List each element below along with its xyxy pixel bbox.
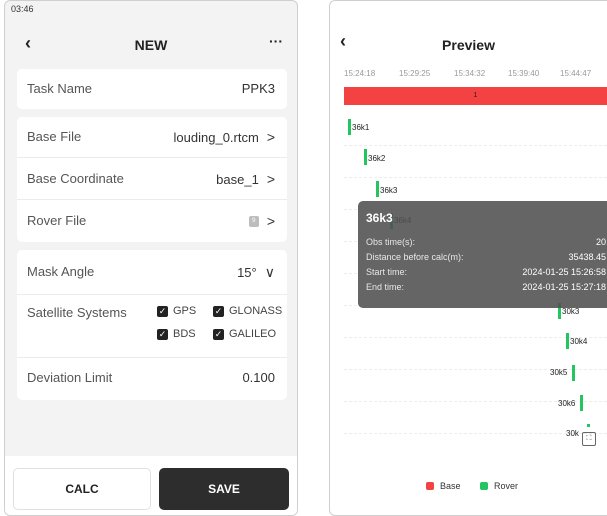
rover-bar[interactable] [572, 365, 575, 381]
tick-label: 15:29:25 [399, 69, 431, 78]
task-name-row[interactable]: Task Name PPK3 [17, 69, 287, 109]
task-name-value[interactable]: PPK3 [242, 81, 275, 96]
mask-angle-label: Mask Angle [27, 264, 95, 279]
mask-angle-row[interactable]: Mask Angle 15° ∨ [17, 250, 287, 295]
rover-bar[interactable] [566, 333, 569, 349]
mask-angle-value: 15° [237, 265, 257, 280]
rover-tooltip: 36k3 Obs time(s): 20 Distance before calc… [358, 201, 607, 308]
legend-rover[interactable]: Rover [480, 481, 518, 491]
preview-screen: ‹ Preview 15:24:18 15:29:25 15:34:32 15:… [329, 0, 607, 516]
tick-label: 15:44:47 [560, 69, 592, 78]
fullscreen-icon[interactable]: ⛶ [582, 432, 596, 446]
rover-bar[interactable] [348, 119, 351, 135]
check-icon: ✓ [157, 328, 168, 340]
rover-label: 30k4 [570, 337, 588, 346]
action-bar: CALC SAVE [5, 456, 297, 515]
files-card: Base File louding_0.rtcm > Base Coordinat… [17, 117, 287, 242]
tooltip-row: Start time: 2024-01-25 15:26:58 [366, 267, 606, 277]
rover-file-row[interactable]: Rover File 9 > [17, 201, 287, 241]
rover-label: 30k6 [558, 399, 576, 408]
tooltip-title: 36k3 [366, 211, 393, 225]
rover-label: 36k1 [352, 123, 370, 132]
tooltip-row: Obs time(s): 20 [366, 237, 606, 247]
rover-label: 36k3 [380, 186, 398, 195]
task-form-screen: 03:46 ‹ NEW ··· Task Name PPK3 Base File… [4, 0, 298, 516]
base-file-row[interactable]: Base File louding_0.rtcm > [17, 117, 287, 158]
base-file-label: Base File [27, 129, 82, 144]
settings-card: Mask Angle 15° ∨ Satellite Systems ✓ GPS ✓… [17, 250, 287, 400]
grid-line [344, 369, 607, 370]
base-bar[interactable]: 1 [344, 87, 607, 105]
check-icon: ✓ [157, 305, 168, 317]
rover-file-label: Rover File [27, 213, 87, 228]
chevron-down-icon: ∨ [264, 264, 275, 280]
legend-base[interactable]: Base [426, 481, 461, 491]
gps-checkbox[interactable]: ✓ GPS [157, 305, 196, 317]
save-button[interactable]: SAVE [159, 468, 289, 510]
task-name-card: Task Name PPK3 [17, 69, 287, 109]
base-coordinate-row[interactable]: Base Coordinate base_1 > [17, 159, 287, 200]
rover-bar[interactable] [364, 149, 367, 165]
satellite-systems-label: Satellite Systems [27, 305, 127, 320]
more-icon[interactable]: ··· [269, 33, 283, 49]
task-name-label: Task Name [27, 81, 93, 96]
deviation-limit-label: Deviation Limit [27, 370, 113, 385]
base-file-value: louding_0.rtcm [173, 129, 259, 145]
tick-label: 15:39:40 [508, 69, 540, 78]
grid-line [344, 177, 607, 178]
satellite-systems-row: Satellite Systems ✓ GPS ✓ GLONASS ✓ BDS ✓ GA… [17, 297, 287, 358]
tick-label: 15:34:32 [454, 69, 486, 78]
calc-button[interactable]: CALC [13, 468, 151, 510]
check-icon: ✓ [213, 305, 224, 317]
glonass-checkbox[interactable]: ✓ GLONASS [213, 305, 282, 317]
bds-checkbox[interactable]: ✓ BDS [157, 328, 196, 340]
chevron-right-icon: > [266, 129, 275, 145]
rover-bar[interactable] [376, 181, 379, 197]
page-title: Preview [442, 37, 495, 53]
tick-label: 15:24:18 [344, 69, 376, 78]
base-coordinate-label: Base Coordinate [27, 171, 124, 186]
grid-line [344, 145, 607, 146]
rover-label: 30k3 [562, 307, 580, 316]
status-time: 03:46 [11, 4, 34, 14]
page-title: NEW [134, 37, 168, 53]
galileo-checkbox[interactable]: ✓ GALILEO [213, 328, 276, 340]
rover-label: 36k2 [368, 154, 386, 163]
tooltip-row: End time: 2024-01-25 15:27:18 [366, 282, 606, 292]
check-icon: ✓ [213, 328, 224, 340]
rover-label: 30k5 [550, 368, 568, 377]
deviation-limit-value[interactable]: 0.100 [242, 370, 275, 385]
file-icon: 9 [248, 215, 259, 227]
rover-bar[interactable] [587, 424, 590, 427]
chevron-right-icon: > [266, 171, 275, 187]
rover-bar[interactable] [580, 395, 583, 411]
rover-label: 30k [566, 429, 579, 438]
deviation-limit-row[interactable]: Deviation Limit 0.100 [17, 358, 287, 398]
tooltip-row: Distance before calc(m): 35438.45 [366, 252, 606, 262]
base-coordinate-value: base_1 [216, 171, 259, 187]
rover-swatch [480, 482, 488, 490]
base-swatch [426, 482, 434, 490]
chevron-right-icon: > [266, 213, 275, 229]
